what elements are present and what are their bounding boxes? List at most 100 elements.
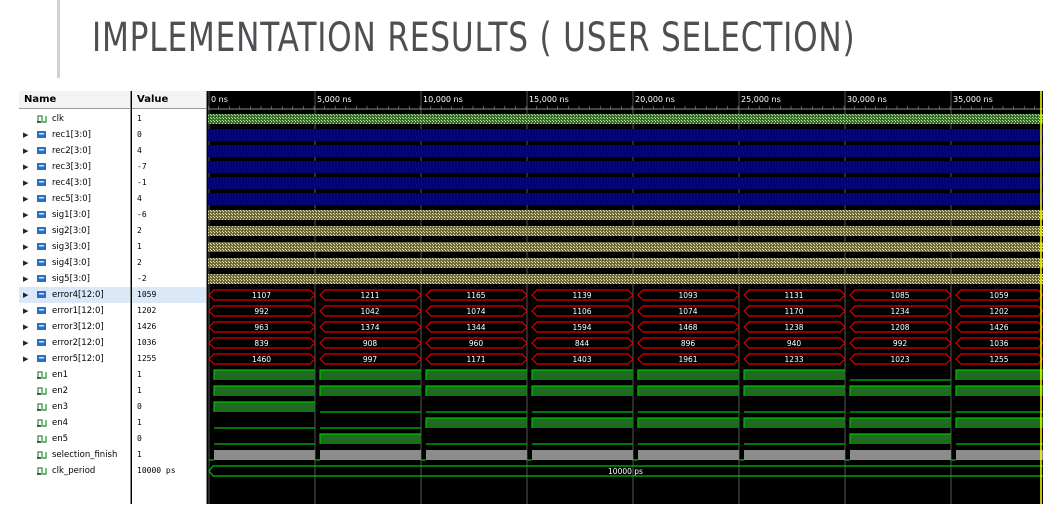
signal-value-row: -6 — [132, 207, 206, 223]
signal-row-sig1[interactable]: ▶ sig1[3:0] — [19, 207, 130, 223]
signal-name: rec1[3:0] — [52, 130, 91, 140]
bus-icon-stripe — [39, 165, 44, 167]
clk-wave — [208, 114, 1043, 124]
bit-icon-base — [37, 425, 41, 427]
signal-row-error2[interactable]: ▶ error2[12:0] — [19, 335, 130, 351]
signal-row-en4[interactable]: en4 — [19, 415, 130, 431]
signal-row-error1[interactable]: ▶ error1[12:0] — [19, 303, 130, 319]
signal-name: rec3[3:0] — [52, 162, 91, 172]
logic-high — [320, 434, 421, 444]
signal-value-row: -2 — [132, 271, 206, 287]
logic-high — [744, 418, 845, 428]
name-column-header[interactable]: Name — [19, 91, 130, 109]
bus-segment-value: 1023 — [890, 355, 909, 364]
expand-arrow-icon[interactable]: ▶ — [23, 303, 28, 319]
bus-segment-value: 1594 — [572, 323, 591, 332]
expand-arrow-icon[interactable]: ▶ — [23, 335, 28, 351]
bus-signal-icon — [37, 163, 46, 170]
signal-value: 0 — [137, 130, 142, 139]
value-column-header[interactable]: Value — [132, 91, 206, 109]
expand-arrow-icon[interactable]: ▶ — [23, 239, 28, 255]
bus-wave-yellow — [208, 258, 1043, 268]
signal-row-en5[interactable]: en5 — [19, 431, 130, 447]
expand-arrow-icon[interactable]: ▶ — [23, 255, 28, 271]
signal-row-sig2[interactable]: ▶ sig2[3:0] — [19, 223, 130, 239]
signal-row-error3[interactable]: ▶ error3[12:0] — [19, 319, 130, 335]
expand-arrow-icon[interactable]: ▶ — [23, 127, 28, 143]
expand-arrow-icon[interactable]: ▶ — [23, 319, 28, 335]
finish-high — [320, 450, 421, 460]
signal-row-rec5[interactable]: ▶ rec5[3:0] — [19, 191, 130, 207]
bus-segment-value: 1165 — [466, 291, 485, 300]
expand-arrow-icon[interactable]: ▶ — [23, 271, 28, 287]
bus-wave-blue — [208, 129, 1043, 141]
bus-segment-value: 1234 — [890, 307, 909, 316]
signal-name: en5 — [52, 434, 69, 444]
bus-icon-stripe — [39, 309, 44, 311]
signal-name: en2 — [52, 386, 69, 396]
signal-row-sig5[interactable]: ▶ sig5[3:0] — [19, 271, 130, 287]
signal-value-row: 2 — [132, 223, 206, 239]
bus-segment-value: 1961 — [678, 355, 697, 364]
bus-icon-stripe — [39, 245, 44, 247]
expand-arrow-icon[interactable]: ▶ — [23, 287, 28, 303]
expand-arrow-icon[interactable]: ▶ — [23, 223, 28, 239]
signal-name: sig5[3:0] — [52, 274, 90, 284]
bit-icon-base — [37, 441, 41, 443]
expand-arrow-icon[interactable]: ▶ — [23, 143, 28, 159]
signal-row-en1[interactable]: en1 — [19, 367, 130, 383]
signal-row-clk_period[interactable]: clk_period — [19, 463, 130, 479]
signal-row-clk[interactable]: clk — [19, 111, 130, 127]
bit-signal-icon — [37, 419, 47, 427]
bit-icon-base — [37, 473, 41, 475]
signal-row-en3[interactable]: en3 — [19, 399, 130, 415]
bus-signal-icon — [37, 259, 46, 266]
signal-row-rec1[interactable]: ▶ rec1[3:0] — [19, 127, 130, 143]
bus-segment-value: 1344 — [466, 323, 485, 332]
expand-arrow-icon[interactable]: ▶ — [23, 175, 28, 191]
signal-value-row: 1036 — [132, 335, 206, 351]
signal-row-error4[interactable]: ▶ error4[12:0] — [19, 287, 130, 303]
bit-signal-icon — [37, 435, 47, 443]
bus-segment-value: 1460 — [252, 355, 271, 364]
bus-signal-icon — [37, 355, 46, 362]
expand-arrow-icon[interactable]: ▶ — [23, 207, 28, 223]
signal-row-rec2[interactable]: ▶ rec2[3:0] — [19, 143, 130, 159]
bus-segment-value: 1074 — [466, 307, 485, 316]
bus-signal-icon — [37, 243, 46, 250]
signal-row-selection_finish[interactable]: selection_finish — [19, 447, 130, 463]
finish-high — [532, 450, 633, 460]
bus-segment-value: 960 — [469, 339, 484, 348]
signal-value: 1 — [137, 370, 142, 379]
signal-value-row: 1255 — [132, 351, 206, 367]
bus-segment-value: 908 — [363, 339, 378, 348]
bus-segment-value: 1468 — [678, 323, 697, 332]
signal-row-rec4[interactable]: ▶ rec4[3:0] — [19, 175, 130, 191]
time-marker-label: 20,000 ns — [635, 95, 675, 104]
signal-name: rec5[3:0] — [52, 194, 91, 204]
bus-segment-value: 844 — [575, 339, 590, 348]
expand-arrow-icon[interactable]: ▶ — [23, 351, 28, 367]
signal-name: error1[12:0] — [52, 306, 104, 316]
bit-icon-base — [37, 457, 41, 459]
bus-segment-value: 1106 — [572, 307, 591, 316]
signal-row-sig4[interactable]: ▶ sig4[3:0] — [19, 255, 130, 271]
signal-row-error5[interactable]: ▶ error5[12:0] — [19, 351, 130, 367]
signal-row-rec3[interactable]: ▶ rec3[3:0] — [19, 159, 130, 175]
expand-arrow-icon[interactable]: ▶ — [23, 159, 28, 175]
bus-segment-value: 839 — [254, 339, 269, 348]
signal-name: clk — [52, 114, 64, 124]
bus-segment-value: 1139 — [572, 291, 591, 300]
expand-arrow-icon[interactable]: ▶ — [23, 191, 28, 207]
bus-segment-value: 992 — [254, 307, 269, 316]
signal-row-en2[interactable]: en2 — [19, 383, 130, 399]
signal-row-sig3[interactable]: ▶ sig3[3:0] — [19, 239, 130, 255]
bit-signal-icon — [37, 387, 47, 395]
signal-name: error2[12:0] — [52, 338, 104, 348]
waveform-area[interactable]: 0 ns 5,000 ns 10,000 ns 15,000 ns 20,000 ns 2… — [208, 91, 1043, 504]
signal-name: en1 — [52, 370, 69, 380]
bus-icon-stripe — [39, 293, 44, 295]
logic-high — [956, 386, 1043, 396]
finish-high — [956, 450, 1043, 460]
signal-value: 0 — [137, 402, 142, 411]
